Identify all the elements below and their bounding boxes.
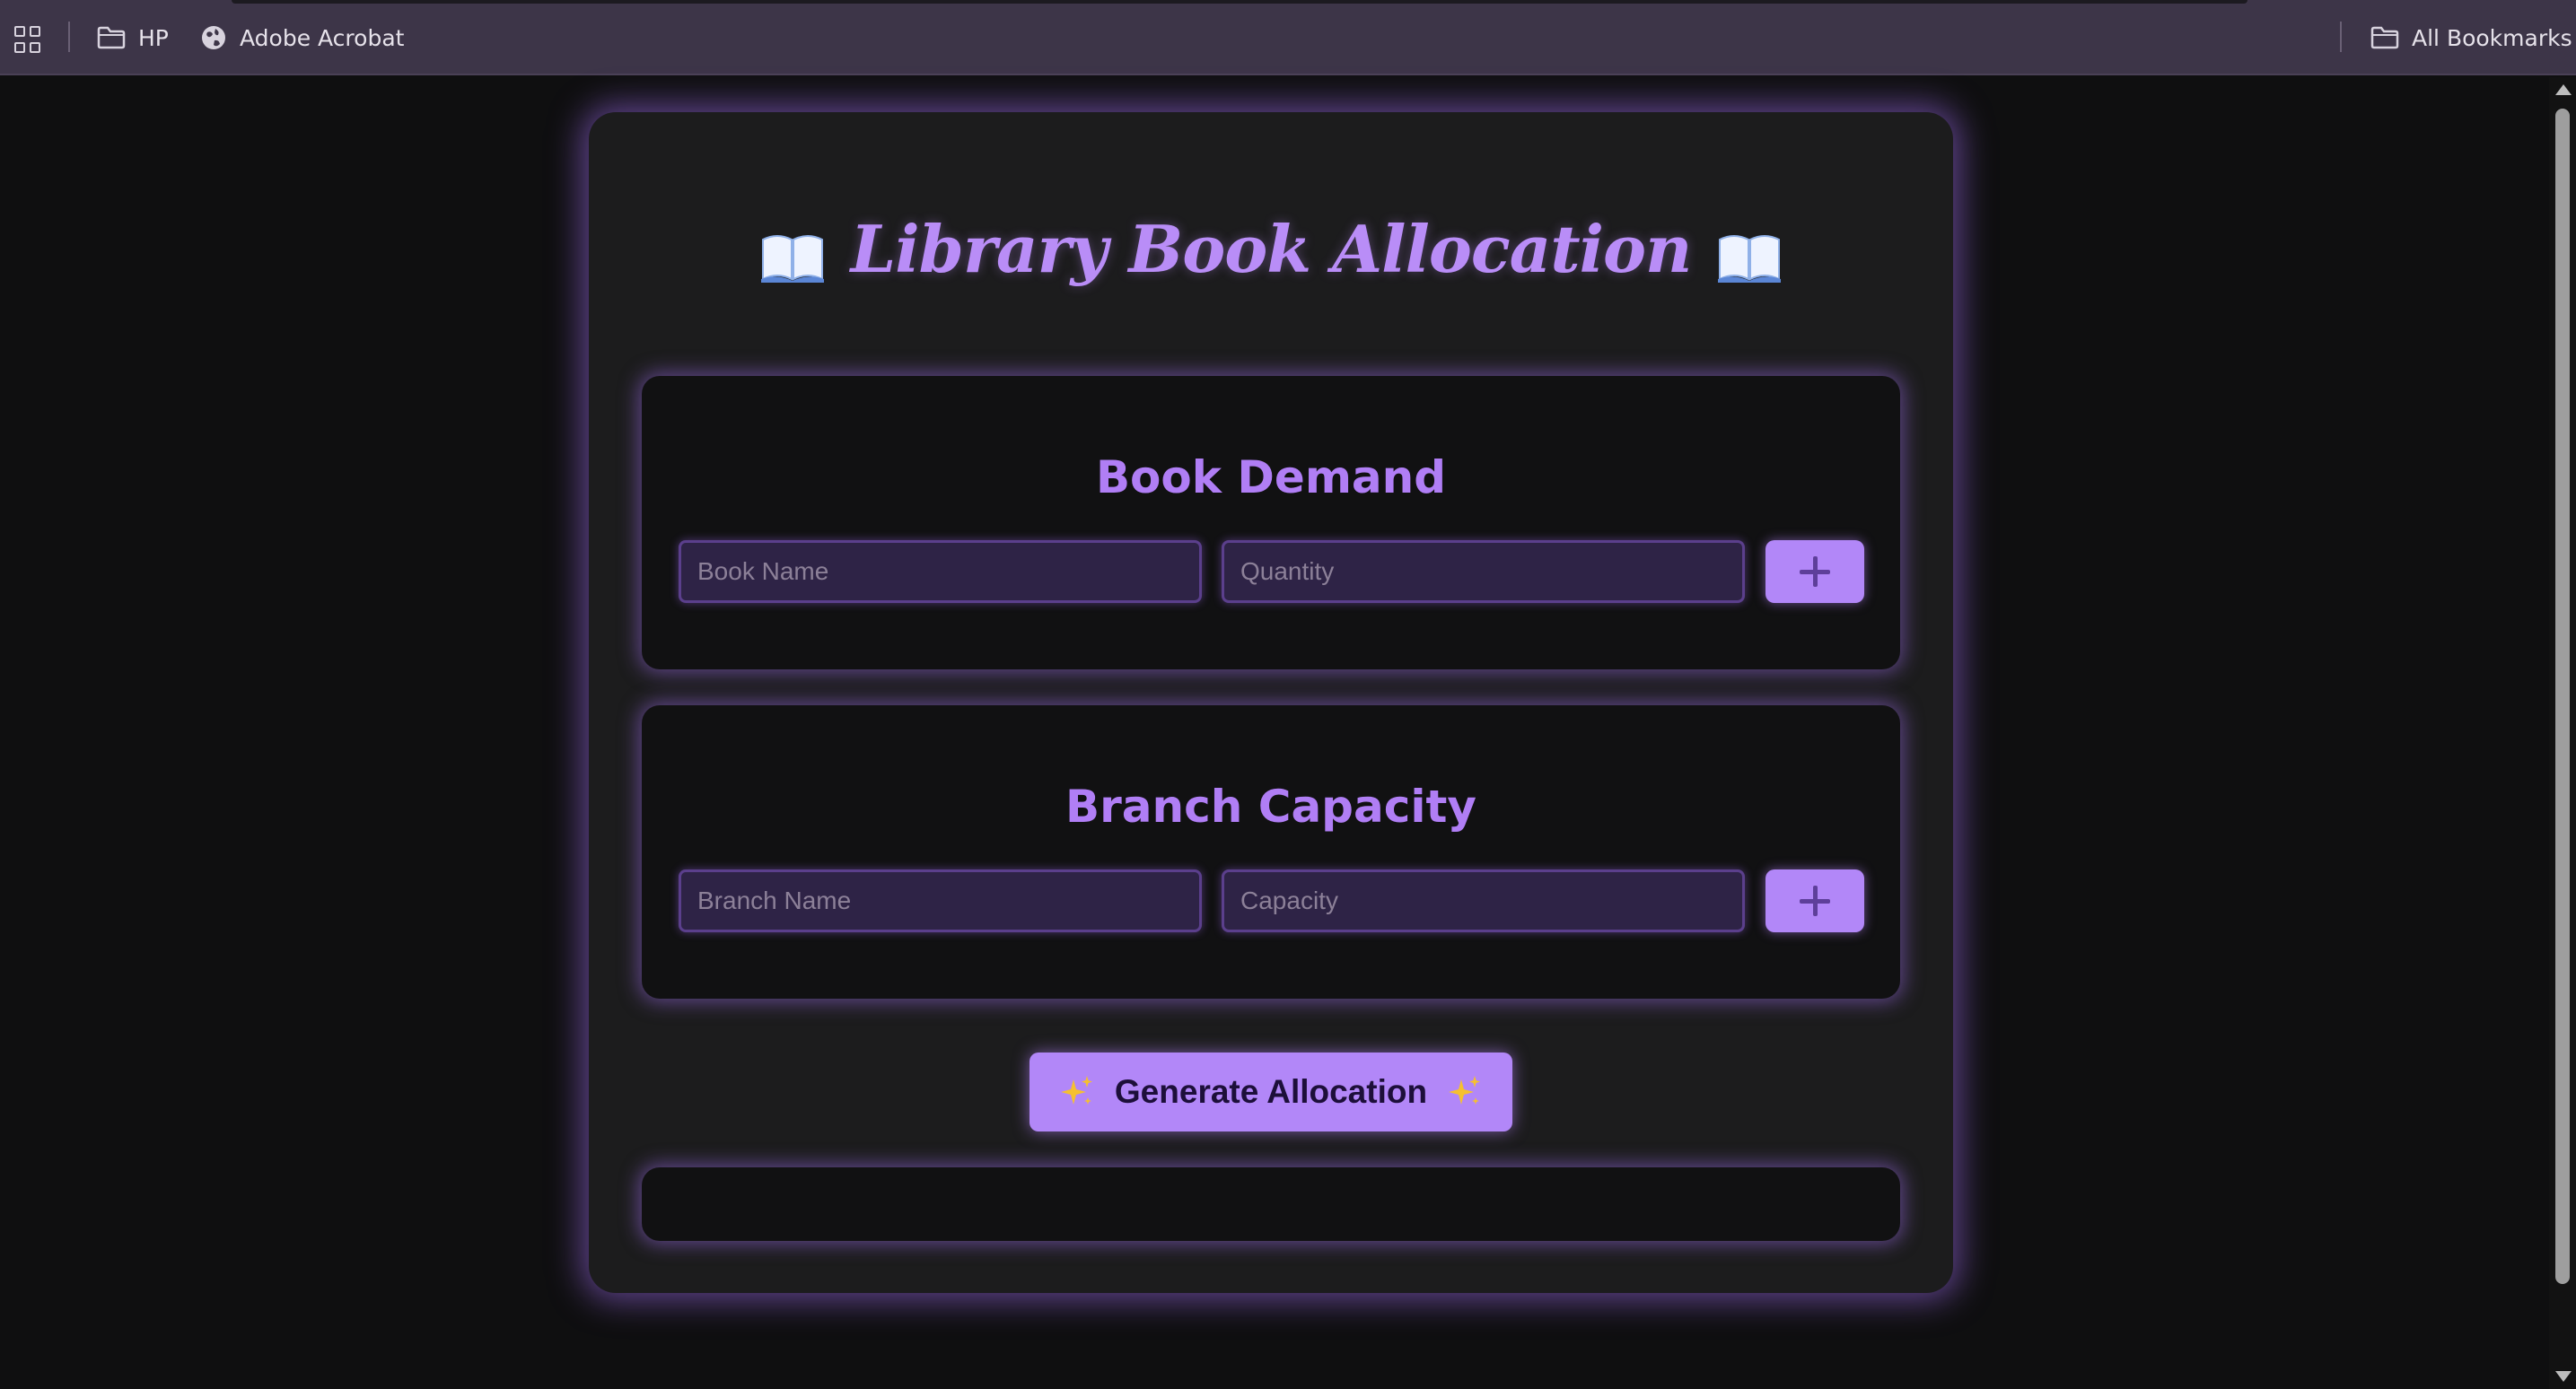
- page-title: Library Book Allocation: [589, 211, 1953, 287]
- tab-strip-edge: [232, 0, 2247, 4]
- plus-icon: [1800, 886, 1830, 916]
- bookmark-label: HP: [138, 24, 169, 51]
- capacity-input[interactable]: [1222, 869, 1745, 932]
- bookmark-adobe-acrobat[interactable]: Adobe Acrobat: [200, 0, 404, 75]
- book-demand-panel: Book Demand: [642, 376, 1900, 669]
- bookmark-hp[interactable]: HP: [97, 0, 169, 75]
- page-title-text: Library Book Allocation: [850, 211, 1693, 287]
- scroll-up-arrow-icon[interactable]: [2555, 84, 2572, 95]
- bookmark-label: Adobe Acrobat: [240, 24, 405, 51]
- open-book-icon: [1716, 222, 1783, 283]
- bookmarks-separator: [68, 22, 70, 52]
- sparkles-icon: [1447, 1074, 1483, 1110]
- all-bookmarks-label: All Bookmarks: [2412, 24, 2572, 51]
- apps-grid-icon[interactable]: [14, 26, 41, 53]
- branch-name-input[interactable]: [679, 869, 1202, 932]
- branch-capacity-heading: Branch Capacity: [1065, 781, 1476, 833]
- bookmarks-separator: [2340, 22, 2342, 52]
- bookmarks-bar: HP Adobe Acrobat All Bookmarks: [0, 0, 2576, 75]
- scroll-down-arrow-icon[interactable]: [2555, 1371, 2572, 1382]
- generate-allocation-button[interactable]: Generate Allocation: [1030, 1053, 1512, 1131]
- folder-icon: [2370, 26, 2399, 49]
- quantity-input[interactable]: [1222, 540, 1745, 603]
- book-name-input[interactable]: [679, 540, 1202, 603]
- add-branch-button[interactable]: [1766, 869, 1864, 932]
- folder-icon: [97, 26, 126, 49]
- allocation-result-box: [642, 1167, 1900, 1241]
- open-book-icon: [759, 222, 826, 283]
- all-bookmarks-button[interactable]: All Bookmarks: [2370, 0, 2572, 75]
- generate-allocation-label: Generate Allocation: [1114, 1073, 1428, 1110]
- branch-capacity-panel: Branch Capacity: [642, 705, 1900, 999]
- book-demand-heading: Book Demand: [1095, 451, 1447, 503]
- scroll-thumb[interactable]: [2555, 109, 2570, 1284]
- globe-icon: [200, 24, 227, 51]
- add-book-button[interactable]: [1766, 540, 1864, 603]
- sparkles-icon: [1059, 1074, 1095, 1110]
- page-scrollbar[interactable]: [2549, 77, 2576, 1389]
- plus-icon: [1800, 556, 1830, 587]
